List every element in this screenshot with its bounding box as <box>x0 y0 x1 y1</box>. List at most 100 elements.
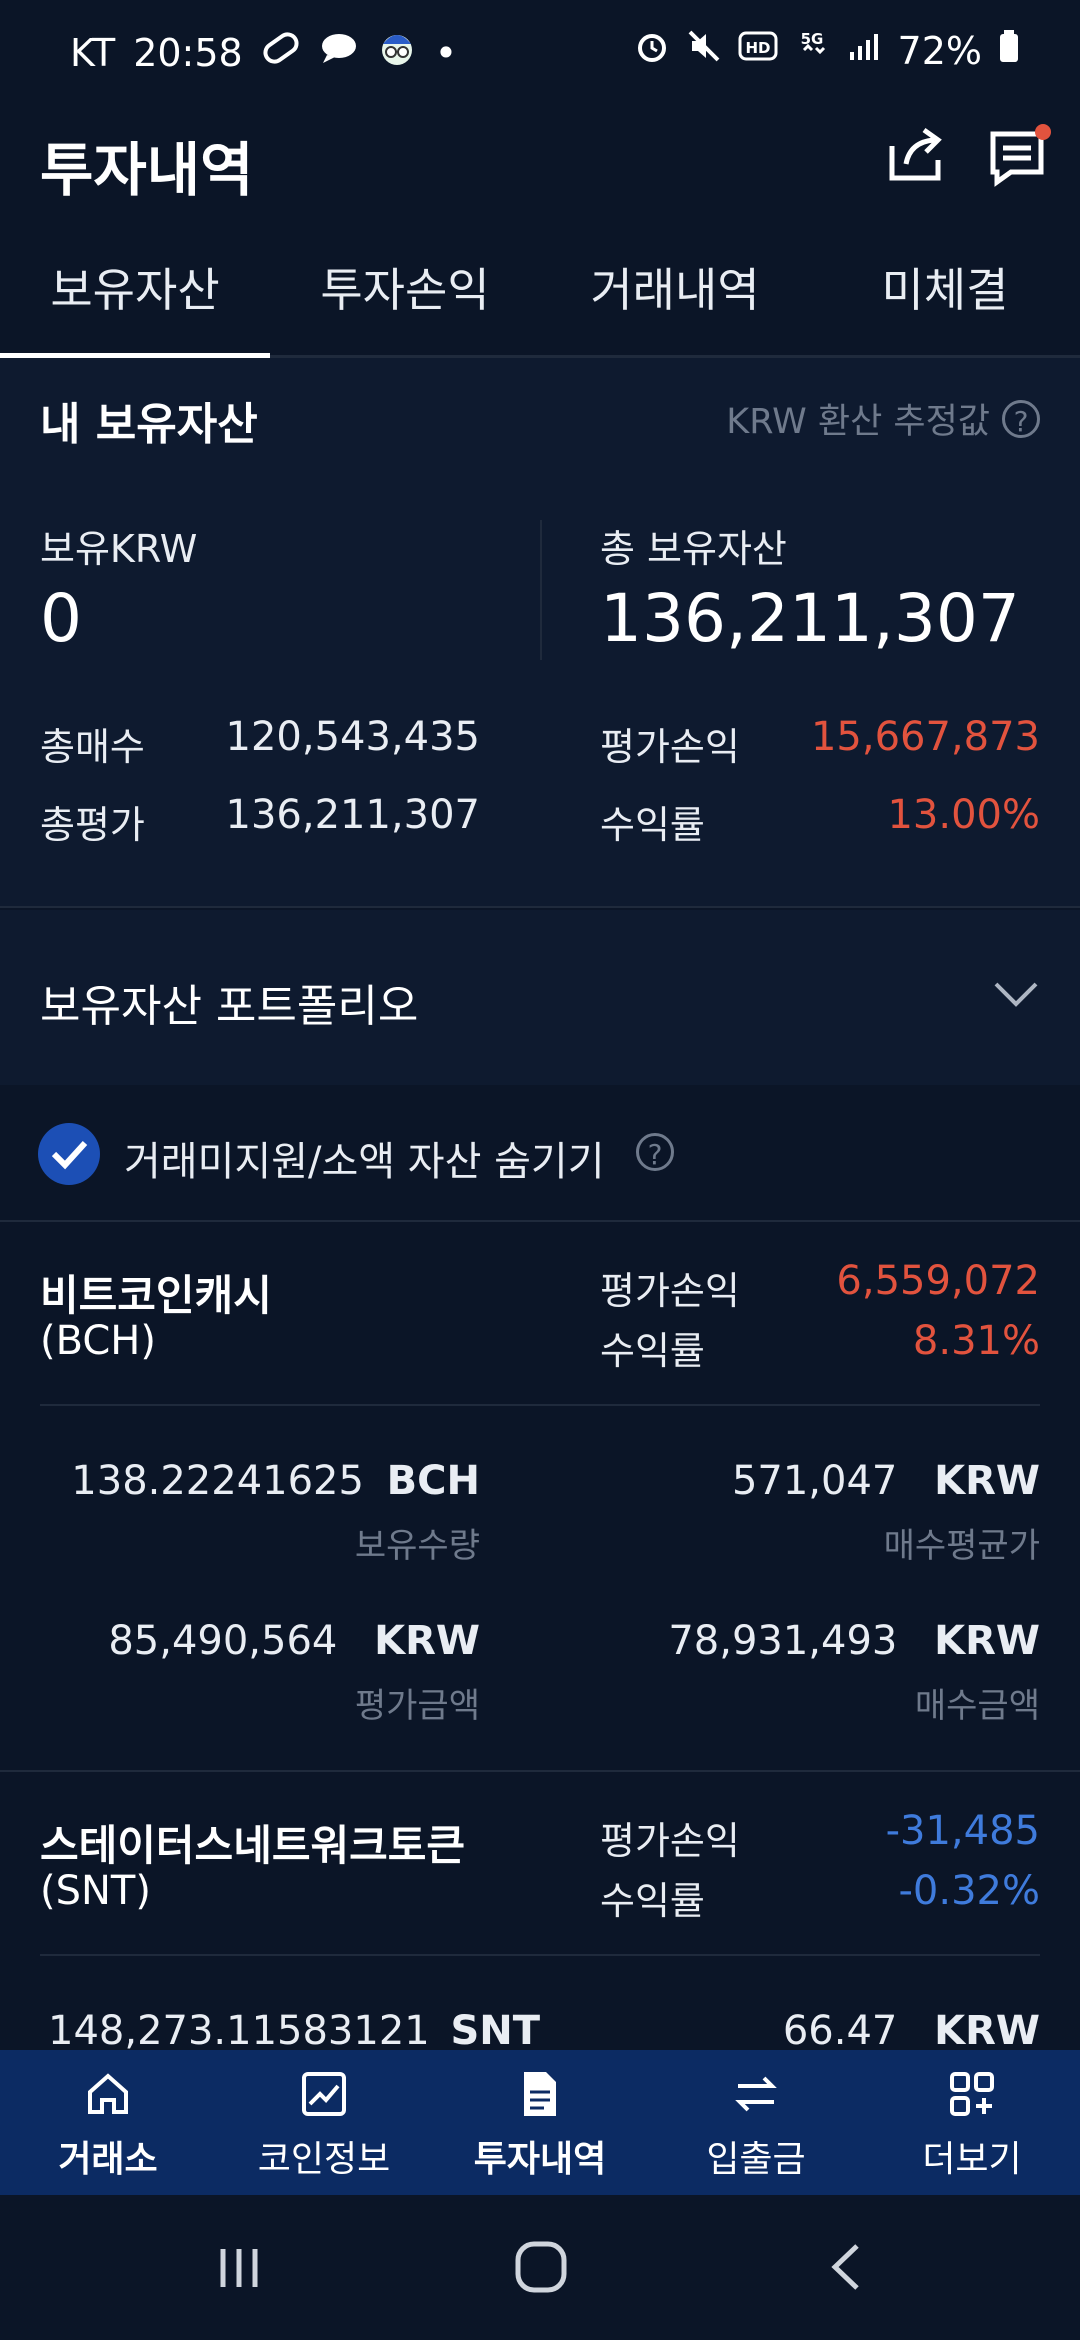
bottom-nav: 거래소 코인정보 투자내역 입출금 더보기 <box>0 2050 1080 2195</box>
eval-amount-label: 평가금액 <box>354 1686 480 1726</box>
summary-divider <box>540 520 542 660</box>
nav-investments[interactable]: 투자내역 <box>432 2050 648 2195</box>
nav-deposit-withdraw-label: 입출금 <box>706 2139 806 2180</box>
buy-amount: 78,931,493 KRW <box>668 1618 1040 1664</box>
holding-qty-unit: BCH <box>386 1458 480 1504</box>
chevron-down-icon[interactable] <box>992 980 1040 1014</box>
asset-pnl-label: 평가손익 <box>600 1269 740 1313</box>
total-buy-label: 총매수 <box>40 725 145 769</box>
holding-qty-value: 138.22241625 <box>71 1458 364 1504</box>
total-assets-value: 136,211,307 <box>600 580 1020 657</box>
message-icon[interactable] <box>985 120 1055 190</box>
mute-icon <box>686 28 722 73</box>
holdings-title: 내 보유자산 <box>40 399 258 450</box>
asset-rate-label: 수익률 <box>600 1329 705 1373</box>
checkmark-icon <box>51 1140 88 1170</box>
status-left: KT 20:58 • <box>70 28 457 77</box>
character-icon <box>377 28 417 77</box>
holding-qty-unit: SNT <box>450 2008 541 2054</box>
pnl-label: 평가손익 <box>600 725 740 769</box>
chat-bubble-icon <box>319 31 359 74</box>
holding-qty-value: 148,273.11583121 <box>48 2008 430 2054</box>
status-bar: KT 20:58 • HD 5G 72% <box>0 0 1080 105</box>
share-icon[interactable] <box>880 120 950 190</box>
svg-text:5G: 5G <box>800 30 823 48</box>
avg-price-label: 매수평균가 <box>883 1526 1040 1566</box>
krw-estimate-note[interactable]: KRW 환산 추정값 ? <box>726 393 1040 444</box>
clock: 20:58 <box>133 30 243 75</box>
nav-exchange-label: 거래소 <box>58 2139 158 2180</box>
asset-rate-value: 8.31% <box>912 1318 1040 1364</box>
eval-amount-value: 85,490,564 <box>108 1618 338 1664</box>
avg-price: 571,047 KRW <box>732 1458 1040 1504</box>
holding-qty-label: 보유수량 <box>354 1526 480 1566</box>
filter-row: 거래미지원/소액 자산 숨기기 ? <box>0 1085 1080 1220</box>
nav-coin-info[interactable]: 코인정보 <box>216 2050 432 2195</box>
asset-name: 비트코인캐시 <box>40 1271 272 1320</box>
hide-small-assets-label: 거래미지원/소액 자산 숨기기 <box>124 1139 605 1185</box>
avg-price: 66.47 KRW <box>783 2008 1040 2054</box>
krw-estimate-label: KRW 환산 추정값 <box>726 402 990 442</box>
svg-text:HD: HD <box>745 39 770 57</box>
rate-value: 13.00% <box>887 792 1040 838</box>
list-divider <box>0 1220 1080 1222</box>
status-right: HD 5G 72% <box>634 28 1020 73</box>
alarm-icon <box>634 28 670 73</box>
tab-profit[interactable]: 투자손익 <box>270 240 540 355</box>
portfolio-title: 보유자산 포트폴리오 <box>40 981 419 1032</box>
nav-deposit-withdraw[interactable]: 입출금 <box>648 2050 864 2195</box>
nav-coin-info-label: 코인정보 <box>257 2139 391 2180</box>
asset-pnl-value: -31,485 <box>885 1808 1040 1854</box>
buy-amount-value: 78,931,493 <box>668 1618 898 1664</box>
asset-pnl-label: 평가손익 <box>600 1819 740 1863</box>
asset-rate-value: -0.32% <box>898 1868 1040 1914</box>
avg-price-value: 66.47 <box>782 2008 898 2054</box>
section-divider <box>0 906 1080 908</box>
signal-bars-icon <box>846 28 882 73</box>
asset-divider <box>0 1770 1080 1772</box>
total-eval-label: 총평가 <box>40 803 145 847</box>
page-title: 투자내역 <box>40 136 254 204</box>
pill-icon <box>261 31 301 74</box>
holding-qty: 138.22241625 BCH <box>71 1458 480 1504</box>
system-nav-bar <box>0 2195 1080 2340</box>
document-icon <box>432 2068 648 2120</box>
tab-pending[interactable]: 미체결 <box>810 240 1080 355</box>
transfer-icon <box>648 2068 864 2120</box>
battery-percent: 72% <box>897 28 982 73</box>
total-assets-label: 총 보유자산 <box>600 527 787 571</box>
5g-signal-icon: 5G <box>794 28 830 73</box>
rate-label: 수익률 <box>600 803 705 847</box>
chart-icon <box>216 2068 432 2120</box>
total-buy-value: 120,543,435 <box>225 714 480 760</box>
hide-small-assets-checkbox[interactable] <box>38 1123 100 1185</box>
avg-price-value: 571,047 <box>731 1458 898 1504</box>
eval-amount: 85,490,564 KRW <box>108 1618 480 1664</box>
carrier-label: KT <box>70 30 116 75</box>
tab-bar: 보유자산 투자손익 거래내역 미체결 <box>0 240 1080 358</box>
nav-more-label: 더보기 <box>922 2139 1022 2180</box>
avg-price-unit: KRW <box>934 1458 1040 1504</box>
asset-name: 스테이터스네트워크토큰 <box>40 1821 466 1870</box>
avg-price-unit: KRW <box>934 2008 1040 2054</box>
buy-amount-label: 매수금액 <box>914 1686 1040 1726</box>
krw-balance-label: 보유KRW <box>40 527 198 571</box>
nav-exchange[interactable]: 거래소 <box>0 2050 216 2195</box>
filter-help-icon[interactable]: ? <box>636 1133 674 1171</box>
portfolio-accordion[interactable]: 보유자산 포트폴리오 <box>0 910 1080 1085</box>
tab-holdings[interactable]: 보유자산 <box>0 240 270 358</box>
asset-symbol: (BCH) <box>40 1318 156 1364</box>
home-button-icon[interactable] <box>514 2240 568 2298</box>
tab-history[interactable]: 거래내역 <box>540 240 810 355</box>
back-icon[interactable] <box>825 2240 865 2298</box>
holding-qty: 148,273.11583121 SNT <box>48 2008 540 2054</box>
nav-more[interactable]: 더보기 <box>864 2050 1080 2195</box>
hd-icon: HD <box>738 29 778 72</box>
help-icon[interactable]: ? <box>1002 399 1040 438</box>
pnl-value: 15,667,873 <box>810 714 1040 760</box>
eval-amount-unit: KRW <box>374 1618 480 1664</box>
recent-apps-icon[interactable] <box>215 2243 265 2297</box>
notification-dot: • <box>434 30 458 75</box>
app-bar: 투자내역 <box>0 105 1080 240</box>
total-eval-value: 136,211,307 <box>225 792 480 838</box>
